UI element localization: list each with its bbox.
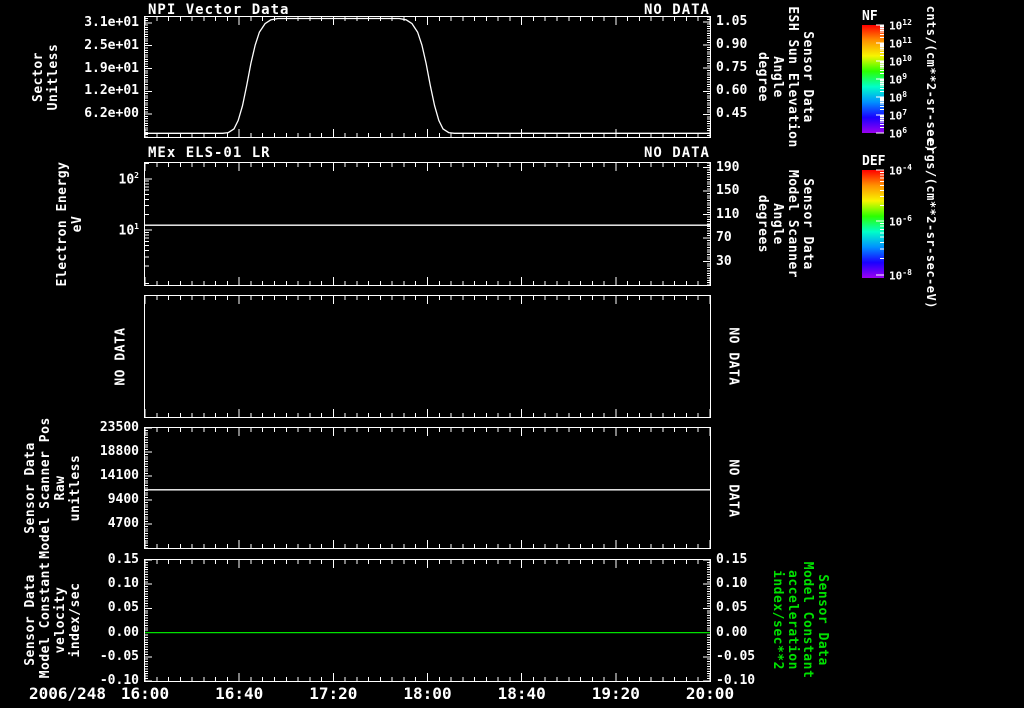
power-exponent: 8 [902,90,908,100]
panel-scanner-pos-plot-canvas [144,427,711,549]
def-colorbar-unit: ergs/(cm**2-sr-sec-eV) [924,139,938,309]
nf-colorbar-ticks [876,24,884,134]
def-colorbar-title: DEF [862,154,886,169]
power-base: 10 [889,127,903,141]
panel-model-constant-right-axis-label-line: acceleration [785,570,800,670]
xtick-label: 18:40 [497,684,546,703]
nf-colorbar-title: NF [862,9,878,24]
xtick-label: 18:00 [403,684,452,703]
panel-no-data-plot-canvas [144,296,711,417]
power-base: 10 [889,269,903,283]
panel-mex-els-plot-canvas [144,162,711,286]
panel-model-constant-right-ytick-label: -0.05 [716,648,756,664]
panel-model-constant-right-ytick-label: 0.00 [716,624,748,640]
panel-model-constant-right-ytick-label: 0.10 [716,576,748,592]
nf-colorbar-tick-label: 106 [889,127,907,142]
power-base: 10 [889,19,903,33]
sector-pulse-trace [145,17,710,134]
power-exponent: -4 [902,163,912,172]
power-base: 10 [889,109,903,123]
panel-npi-vector-plot-canvas [144,16,711,138]
green-zero-tick-overlay [702,632,710,634]
power-exponent: 11 [902,36,912,46]
power-exponent: 10 [902,53,912,63]
science-plot-figure: NPI Vector Data NO DATA 3.1e+01 2.5e+01 1.9e… [0,0,1024,708]
nf-colorbar-tick-label: 107 [889,107,908,124]
panel-mex-els-right-axis-label: Sensor Data Model Scanner Angle degrees [755,14,815,434]
panel-model-constant-right-axis-label-line: index/sec**2 [770,570,785,670]
power-exponent: -8 [902,267,912,277]
panel-model-constant-right-axis-label: Sensor Data Model Constant acceleration ind… [770,410,830,708]
nf-colorbar-tick-label: 1011 [889,37,912,52]
panel-mex-els-right-axis-label-line: degrees [755,194,770,254]
panel-npi-vector-title: NPI Vector Data [148,2,290,18]
panel-model-constant-right-ytick-label: 0.15 [716,552,748,567]
power-exponent: 2 [134,170,139,180]
def-colorbar-tick-label: 10-4 [889,164,912,179]
power-exponent: 12 [902,18,912,27]
panel-model-constant-left-axis-label-line: velocity [53,586,68,654]
panel-model-constant-right-ytick-label: 0.05 [716,600,748,616]
def-colorbar-tick-label: 10-6 [889,213,912,230]
power-base: 10 [889,37,903,51]
panel-model-constant-right-axis-label-line: Model Constant [800,561,815,679]
xtick-label: 16:40 [215,684,264,703]
nf-colorbar-tick-label: 1012 [889,19,912,34]
power-exponent: 9 [902,72,908,81]
def-colorbar-ticks [876,169,884,276]
def-colorbar-tick-label: 10-8 [889,267,912,284]
panel-mex-els-right-axis-label-line: Sensor Data [800,178,815,270]
power-exponent: -6 [902,213,912,223]
panel-model-constant-left-axis-label-line: index/sec [68,582,83,658]
power-base: 10 [889,73,903,87]
power-base: 10 [889,215,903,229]
power-exponent: 1 [134,222,139,232]
xtick-label: 17:20 [309,684,358,703]
panel-mex-els-right-axis-label-line: Model Scanner [785,169,800,279]
nf-colorbar-tick-label: 108 [889,91,907,106]
xtick-label: 20:00 [685,684,735,703]
power-base: 10 [889,55,903,69]
panel-npi-vector-left-axis-label-line: Sector [31,52,46,102]
panel-npi-vector-status-no-data: NO DATA [643,2,710,18]
panel-model-constant-left-axis-label-line: Sensor Data [23,574,38,666]
xtick-label: 16:00 [120,684,170,703]
xtick-label: 19:20 [591,684,640,703]
panel-model-constant-left-axis-label: Sensor Data Model Constant velocity index/s… [23,410,83,708]
panel-model-constant-right-axis-label-line: Sensor Data [815,574,830,666]
power-exponent: 7 [902,107,908,117]
panel-mex-els-right-axis-label-line: Angle [770,203,785,245]
power-base: 10 [889,91,903,105]
panel-model-constant-left-axis-label-line: Model Constant [38,561,53,679]
nf-colorbar-tick-label: 1010 [889,53,912,70]
date-label: 2006/248 [28,684,106,703]
power-base: 10 [889,164,903,178]
panel-mex-els-title: MEx ELS-01 LR [148,145,271,161]
panel-mex-els-status-no-data: NO DATA [643,145,710,161]
nf-colorbar-tick-label: 109 [889,73,907,88]
power-exponent: 6 [902,126,908,135]
